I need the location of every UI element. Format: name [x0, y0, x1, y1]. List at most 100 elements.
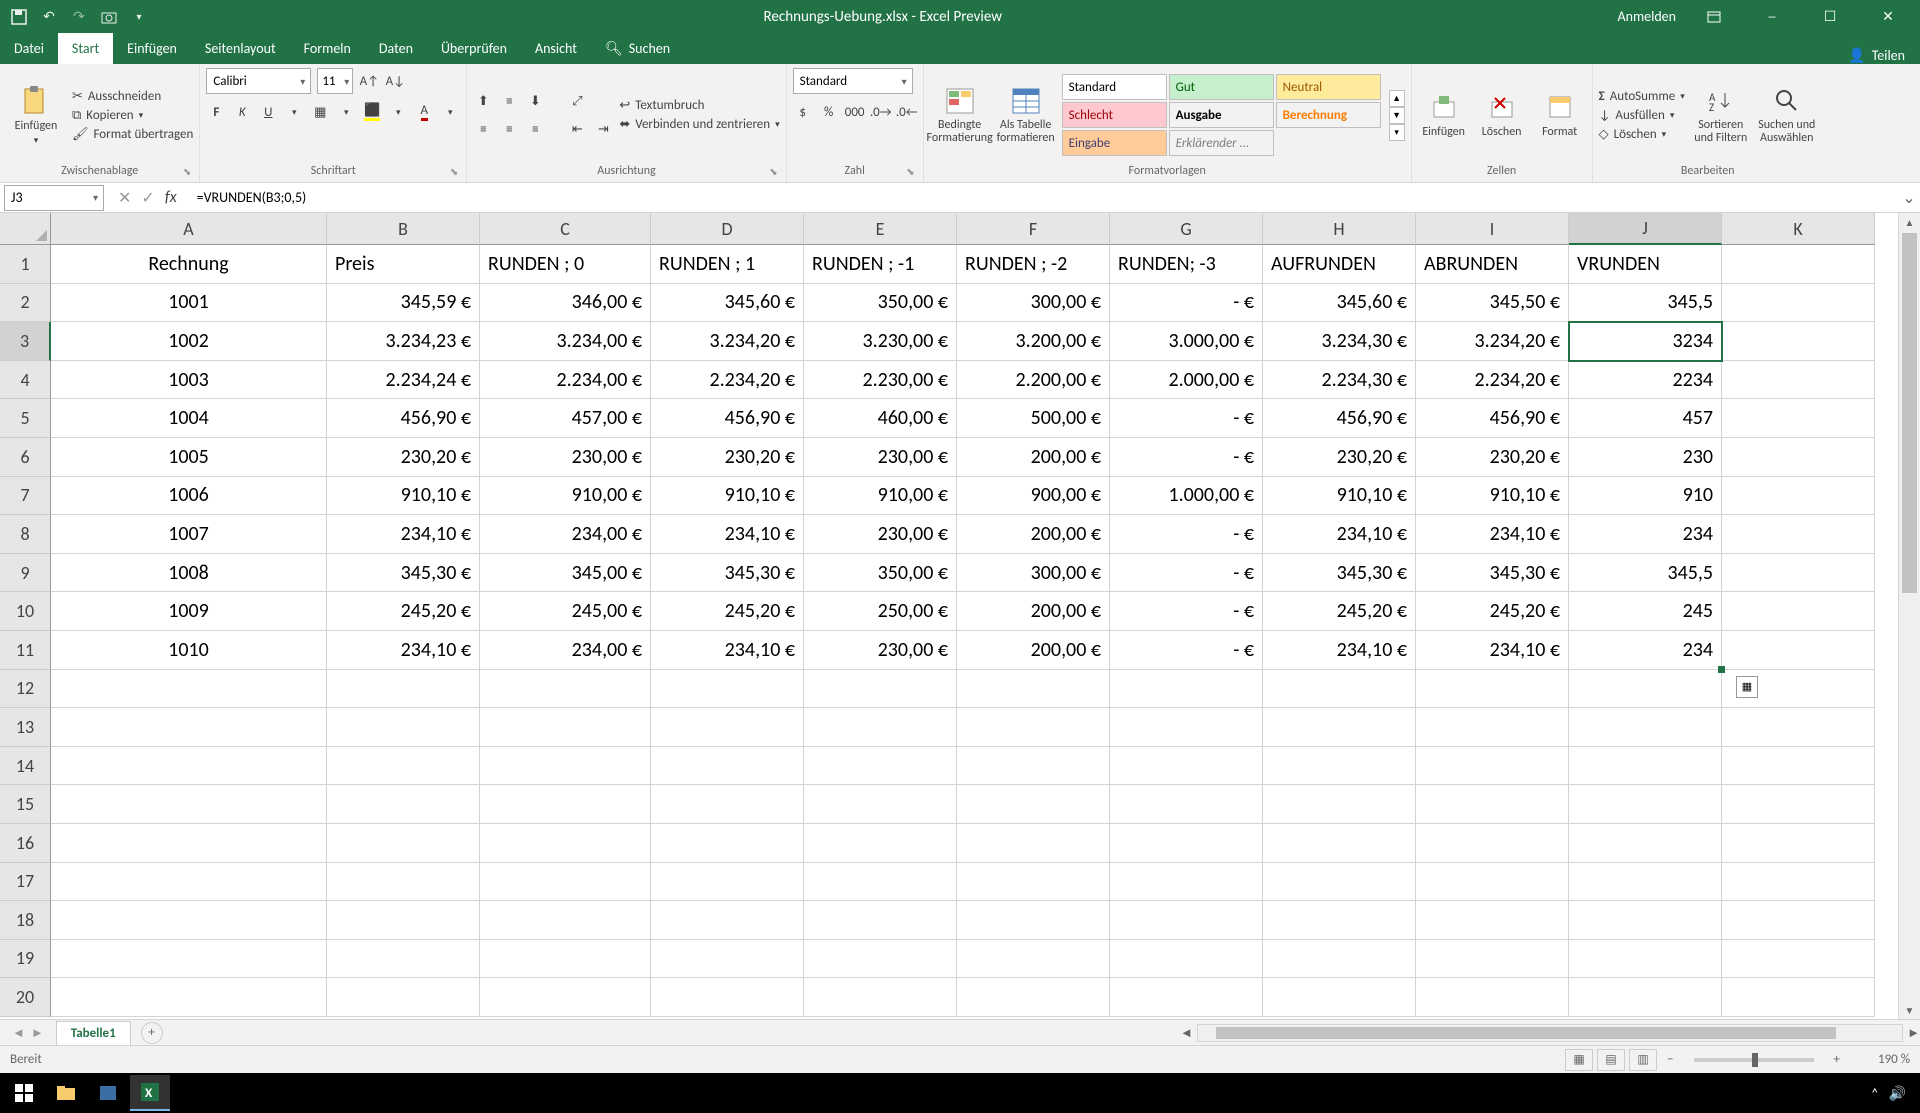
tray-volume-icon[interactable]: 🔊 — [1889, 1085, 1906, 1102]
cell-F6[interactable]: 200,00 € — [957, 438, 1110, 477]
format-cells-button[interactable]: Format — [1534, 71, 1586, 159]
style-ausgabe[interactable]: Ausgabe — [1169, 102, 1274, 128]
row-header-9[interactable]: 9 — [0, 554, 51, 593]
cell-B2[interactable]: 345,59 € — [327, 284, 480, 323]
cell-K13[interactable] — [1722, 708, 1875, 747]
maximize-icon[interactable]: ☐ — [1810, 0, 1850, 33]
cell-F1[interactable]: RUNDEN ; -2 — [957, 245, 1110, 284]
cell-C8[interactable]: 234,00 € — [480, 515, 651, 554]
close-icon[interactable]: ✕ — [1868, 0, 1908, 33]
inc-decimal-icon[interactable]: .0→ — [871, 102, 891, 122]
zoom-out-icon[interactable]: − — [1661, 1052, 1679, 1067]
cell-H9[interactable]: 345,30 € — [1263, 554, 1416, 593]
number-format-combo[interactable]: Standard — [793, 68, 913, 94]
cell-K3[interactable] — [1722, 322, 1875, 361]
style-eingabe[interactable]: Eingabe — [1062, 130, 1167, 156]
cell-G15[interactable] — [1110, 785, 1263, 824]
cell-D2[interactable]: 345,60 € — [651, 284, 804, 323]
cell-I9[interactable]: 345,30 € — [1416, 554, 1569, 593]
cell-F8[interactable]: 200,00 € — [957, 515, 1110, 554]
cell-D14[interactable] — [651, 747, 804, 786]
cell-K6[interactable] — [1722, 438, 1875, 477]
cell-F18[interactable] — [957, 901, 1110, 940]
cell-C12[interactable] — [480, 670, 651, 709]
cell-J12[interactable] — [1569, 670, 1722, 709]
indent-dec-icon[interactable]: ⇤ — [567, 119, 587, 139]
cell-K7[interactable] — [1722, 477, 1875, 516]
cell-K18[interactable] — [1722, 901, 1875, 940]
style-erklaerend[interactable]: Erklärender ... — [1169, 130, 1274, 156]
launcher-icon[interactable]: ⬊ — [769, 165, 777, 178]
cell-K17[interactable] — [1722, 863, 1875, 902]
row-header-1[interactable]: 1 — [0, 245, 51, 284]
cell-F5[interactable]: 500,00 € — [957, 399, 1110, 438]
hscroll-right-icon[interactable]: ► — [1907, 1025, 1920, 1041]
cell-I4[interactable]: 2.234,20 € — [1416, 361, 1569, 400]
cell-K19[interactable] — [1722, 940, 1875, 979]
cell-C13[interactable] — [480, 708, 651, 747]
cell-E7[interactable]: 910,00 € — [804, 477, 957, 516]
cell-G17[interactable] — [1110, 863, 1263, 902]
currency-icon[interactable]: $ — [793, 102, 813, 122]
cell-A15[interactable] — [51, 785, 327, 824]
cell-J11[interactable]: 234 — [1569, 631, 1722, 670]
cell-A11[interactable]: 1010 — [51, 631, 327, 670]
cell-G19[interactable] — [1110, 940, 1263, 979]
tab-pagelayout[interactable]: Seitenlayout — [191, 33, 290, 64]
cell-K2[interactable] — [1722, 284, 1875, 323]
cell-G7[interactable]: 1.000,00 € — [1110, 477, 1263, 516]
zoom-in-icon[interactable]: + — [1828, 1052, 1846, 1067]
cell-D9[interactable]: 345,30 € — [651, 554, 804, 593]
style-gut[interactable]: Gut — [1169, 74, 1274, 100]
cell-G4[interactable]: 2.000,00 € — [1110, 361, 1263, 400]
col-header-B[interactable]: B — [327, 213, 480, 245]
cell-H4[interactable]: 2.234,30 € — [1263, 361, 1416, 400]
cell-H2[interactable]: 345,60 € — [1263, 284, 1416, 323]
col-header-E[interactable]: E — [804, 213, 957, 245]
cell-C14[interactable] — [480, 747, 651, 786]
cell-F20[interactable] — [957, 978, 1110, 1017]
cell-F9[interactable]: 300,00 € — [957, 554, 1110, 593]
cell-K1[interactable] — [1722, 245, 1875, 284]
cell-J17[interactable] — [1569, 863, 1722, 902]
col-header-K[interactable]: K — [1722, 213, 1875, 245]
row-header-19[interactable]: 19 — [0, 940, 51, 979]
cell-H15[interactable] — [1263, 785, 1416, 824]
styles-down-icon[interactable]: ▼ — [1389, 107, 1405, 124]
cell-F19[interactable] — [957, 940, 1110, 979]
cell-B14[interactable] — [327, 747, 480, 786]
row-header-17[interactable]: 17 — [0, 863, 51, 902]
cell-B10[interactable]: 245,20 € — [327, 592, 480, 631]
col-header-J[interactable]: J — [1569, 213, 1722, 245]
col-header-F[interactable]: F — [957, 213, 1110, 245]
formula-input[interactable]: =VRUNDEN(B3;0,5) — [191, 189, 1898, 206]
align-right-icon[interactable]: ≡ — [525, 119, 545, 139]
font-color-more-icon[interactable]: ▾ — [440, 102, 460, 122]
dec-decimal-icon[interactable]: .0← — [897, 102, 917, 122]
bold-button[interactable]: F — [206, 102, 226, 122]
row-header-4[interactable]: 4 — [0, 361, 51, 400]
row-header-7[interactable]: 7 — [0, 477, 51, 516]
cell-H17[interactable] — [1263, 863, 1416, 902]
explorer-icon[interactable] — [46, 1075, 86, 1111]
cell-B3[interactable]: 3.234,23 € — [327, 322, 480, 361]
cell-J1[interactable]: VRUNDEN — [1569, 245, 1722, 284]
cell-G1[interactable]: RUNDEN; -3 — [1110, 245, 1263, 284]
start-button[interactable] — [4, 1075, 44, 1111]
cell-A5[interactable]: 1004 — [51, 399, 327, 438]
cell-J18[interactable] — [1569, 901, 1722, 940]
font-size-combo[interactable]: 11 — [317, 68, 353, 94]
cell-H20[interactable] — [1263, 978, 1416, 1017]
cell-D20[interactable] — [651, 978, 804, 1017]
row-header-5[interactable]: 5 — [0, 399, 51, 438]
cell-A2[interactable]: 1001 — [51, 284, 327, 323]
launcher-icon[interactable]: ⬊ — [450, 165, 458, 178]
cell-E12[interactable] — [804, 670, 957, 709]
launcher-icon[interactable]: ⬊ — [183, 165, 191, 178]
cell-K10[interactable] — [1722, 592, 1875, 631]
cell-G20[interactable] — [1110, 978, 1263, 1017]
page-break-icon[interactable]: ▥ — [1629, 1049, 1657, 1071]
cell-A18[interactable] — [51, 901, 327, 940]
sheet-prev-icon[interactable]: ◄ — [12, 1025, 25, 1041]
cond-format-button[interactable]: Bedingte Formatierung — [930, 71, 990, 159]
